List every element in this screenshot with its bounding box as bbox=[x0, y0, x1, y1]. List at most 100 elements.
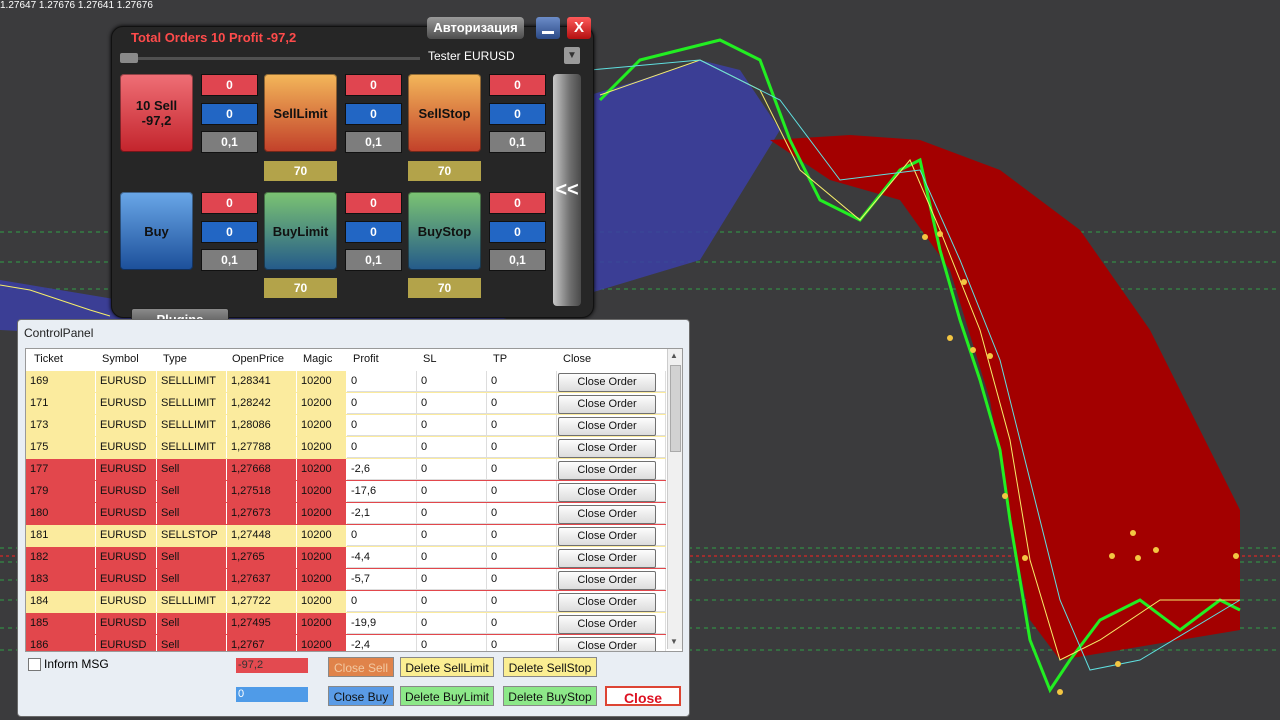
close-button[interactable]: Close bbox=[605, 686, 681, 706]
table-row[interactable]: 180 EURUSD Sell 1,27673 10200 -2,1 0 0 Close Ord… bbox=[26, 503, 666, 526]
scroll-up-icon[interactable]: ▲ bbox=[670, 351, 678, 360]
col-tp[interactable]: TP bbox=[493, 353, 507, 365]
buylimit-sl-field[interactable]: 0 bbox=[345, 192, 402, 214]
selllimit-tp-field[interactable]: 0 bbox=[345, 103, 402, 125]
close-order-button[interactable]: Close Order bbox=[558, 527, 656, 546]
col-profit[interactable]: Profit bbox=[353, 353, 379, 365]
col-sl[interactable]: SL bbox=[423, 353, 436, 365]
panel-title: Total Orders 10 Profit -97,2 bbox=[131, 30, 297, 45]
buystop-sl-field[interactable]: 0 bbox=[489, 192, 546, 214]
cell-price: 1,28242 bbox=[227, 393, 297, 414]
close-sell-button[interactable]: Close Sell bbox=[328, 657, 394, 677]
selllimit-sl-field[interactable]: 0 bbox=[345, 74, 402, 96]
cell-profit: -2,1 bbox=[347, 503, 417, 524]
table-row[interactable]: 169 EURUSD SELLLIMIT 1,28341 10200 0 0 0 Close O… bbox=[26, 371, 666, 394]
sellstop-offset-field[interactable]: 70 bbox=[408, 161, 481, 181]
buy-lot-field[interactable]: 0,1 bbox=[201, 249, 258, 271]
table-row[interactable]: 184 EURUSD SELLLIMIT 1,27722 10200 0 0 0 Close O… bbox=[26, 591, 666, 614]
col-ticket[interactable]: Ticket bbox=[34, 353, 63, 365]
delete-buylimit-button[interactable]: Delete BuyLimit bbox=[400, 686, 494, 706]
table-row[interactable]: 182 EURUSD Sell 1,2765 10200 -4,4 0 0 Close Orde… bbox=[26, 547, 666, 570]
sell-sl-field[interactable]: 0 bbox=[201, 74, 258, 96]
col-magic[interactable]: Magic bbox=[303, 353, 332, 365]
close-order-button[interactable]: Close Order bbox=[558, 549, 656, 568]
grid-header: Ticket Symbol Type OpenPrice Magic Profi… bbox=[26, 349, 666, 372]
table-row[interactable]: 173 EURUSD SELLLIMIT 1,28086 10200 0 0 0 Close O… bbox=[26, 415, 666, 438]
close-order-button[interactable]: Close Order bbox=[558, 373, 656, 392]
col-symbol[interactable]: Symbol bbox=[102, 353, 139, 365]
lot-slider-track[interactable] bbox=[120, 57, 420, 60]
close-order-button[interactable]: Close Order bbox=[558, 571, 656, 590]
sell-button[interactable]: 10 Sell -97,2 bbox=[120, 74, 193, 152]
close-order-button[interactable]: Close Order bbox=[558, 417, 656, 436]
buystop-button[interactable]: BuyStop bbox=[408, 192, 481, 270]
sellstop-lot-field[interactable]: 0,1 bbox=[489, 131, 546, 153]
close-buy-button[interactable]: Close Buy bbox=[328, 686, 394, 706]
table-row[interactable]: 185 EURUSD Sell 1,27495 10200 -19,9 0 0 Close Or… bbox=[26, 613, 666, 636]
cell-magic: 10200 bbox=[297, 481, 347, 502]
buy-button[interactable]: Buy bbox=[120, 192, 193, 270]
buy-tp-field[interactable]: 0 bbox=[201, 221, 258, 243]
buylimit-offset-field[interactable]: 70 bbox=[264, 278, 337, 298]
selllimit-lot-field[interactable]: 0,1 bbox=[345, 131, 402, 153]
sell-tp-field[interactable]: 0 bbox=[201, 103, 258, 125]
grid-scrollbar[interactable]: ▲ ▼ bbox=[667, 349, 682, 649]
buylimit-button[interactable]: BuyLimit bbox=[264, 192, 337, 270]
cell-price: 1,27668 bbox=[227, 459, 297, 480]
inform-msg-checkbox[interactable] bbox=[28, 658, 41, 671]
col-close[interactable]: Close bbox=[563, 353, 591, 365]
cell-tp: 0 bbox=[487, 371, 557, 392]
lot-slider-thumb[interactable] bbox=[120, 53, 138, 63]
sell-lot-field[interactable]: 0,1 bbox=[201, 131, 258, 153]
close-order-button[interactable]: Close Order bbox=[558, 395, 656, 414]
total-buy-field: 0 bbox=[236, 687, 308, 702]
col-type[interactable]: Type bbox=[163, 353, 187, 365]
cell-symbol: EURUSD bbox=[96, 591, 157, 612]
close-order-button[interactable]: Close Order bbox=[558, 483, 656, 502]
close-order-button[interactable]: Close Order bbox=[558, 637, 656, 651]
table-row[interactable]: 179 EURUSD Sell 1,27518 10200 -17,6 0 0 Close Or… bbox=[26, 481, 666, 504]
cell-price: 1,27637 bbox=[227, 569, 297, 590]
table-row[interactable]: 181 EURUSD SELLSTOP 1,27448 10200 0 0 0 Close Or… bbox=[26, 525, 666, 548]
buy-sl-field[interactable]: 0 bbox=[201, 192, 258, 214]
delete-buystop-button[interactable]: Delete BuyStop bbox=[503, 686, 597, 706]
table-row[interactable]: 186 EURUSD Sell 1,2767 10200 -2,4 0 0 Close Orde… bbox=[26, 635, 666, 651]
cell-profit: -2,4 bbox=[347, 635, 417, 651]
table-row[interactable]: 177 EURUSD Sell 1,27668 10200 -2,6 0 0 Close Ord… bbox=[26, 459, 666, 482]
delete-sellstop-button[interactable]: Delete SellStop bbox=[503, 657, 597, 677]
close-order-button[interactable]: Close Order bbox=[558, 439, 656, 458]
account-select[interactable]: Tester EURUSD bbox=[428, 49, 515, 63]
scroll-down-icon[interactable]: ▼ bbox=[670, 637, 678, 646]
delete-selllimit-button[interactable]: Delete SellLimit bbox=[400, 657, 494, 677]
table-row[interactable]: 171 EURUSD SELLLIMIT 1,28242 10200 0 0 0 Close O… bbox=[26, 393, 666, 416]
sellstop-tp-field[interactable]: 0 bbox=[489, 103, 546, 125]
close-panel-button[interactable]: X bbox=[567, 17, 591, 39]
table-row[interactable]: 183 EURUSD Sell 1,27637 10200 -5,7 0 0 Close Ord… bbox=[26, 569, 666, 592]
col-openprice[interactable]: OpenPrice bbox=[232, 353, 284, 365]
cell-tp: 0 bbox=[487, 393, 557, 414]
sellstop-button[interactable]: SellStop bbox=[408, 74, 481, 152]
cell-symbol: EURUSD bbox=[96, 393, 157, 414]
cell-sl: 0 bbox=[417, 437, 487, 458]
chevron-down-icon[interactable]: ▼ bbox=[564, 47, 580, 64]
close-order-button[interactable]: Close Order bbox=[558, 505, 656, 524]
scroll-thumb[interactable] bbox=[670, 365, 681, 452]
buylimit-lot-field[interactable]: 0,1 bbox=[345, 249, 402, 271]
buystop-lot-field[interactable]: 0,1 bbox=[489, 249, 546, 271]
collapse-toggle[interactable]: << bbox=[553, 74, 581, 306]
selllimit-button[interactable]: SellLimit bbox=[264, 74, 337, 152]
cell-price: 1,28341 bbox=[227, 371, 297, 392]
buystop-offset-field[interactable]: 70 bbox=[408, 278, 481, 298]
buystop-tp-field[interactable]: 0 bbox=[489, 221, 546, 243]
close-order-button[interactable]: Close Order bbox=[558, 615, 656, 634]
minimize-button[interactable] bbox=[536, 17, 560, 39]
selllimit-offset-field[interactable]: 70 bbox=[264, 161, 337, 181]
auth-button[interactable]: Авторизация bbox=[427, 17, 524, 39]
buylimit-tp-field[interactable]: 0 bbox=[345, 221, 402, 243]
sellstop-sl-field[interactable]: 0 bbox=[489, 74, 546, 96]
cell-symbol: EURUSD bbox=[96, 525, 157, 546]
table-row[interactable]: 175 EURUSD SELLLIMIT 1,27788 10200 0 0 0 Close O… bbox=[26, 437, 666, 460]
cell-magic: 10200 bbox=[297, 613, 347, 634]
close-order-button[interactable]: Close Order bbox=[558, 461, 656, 480]
close-order-button[interactable]: Close Order bbox=[558, 593, 656, 612]
